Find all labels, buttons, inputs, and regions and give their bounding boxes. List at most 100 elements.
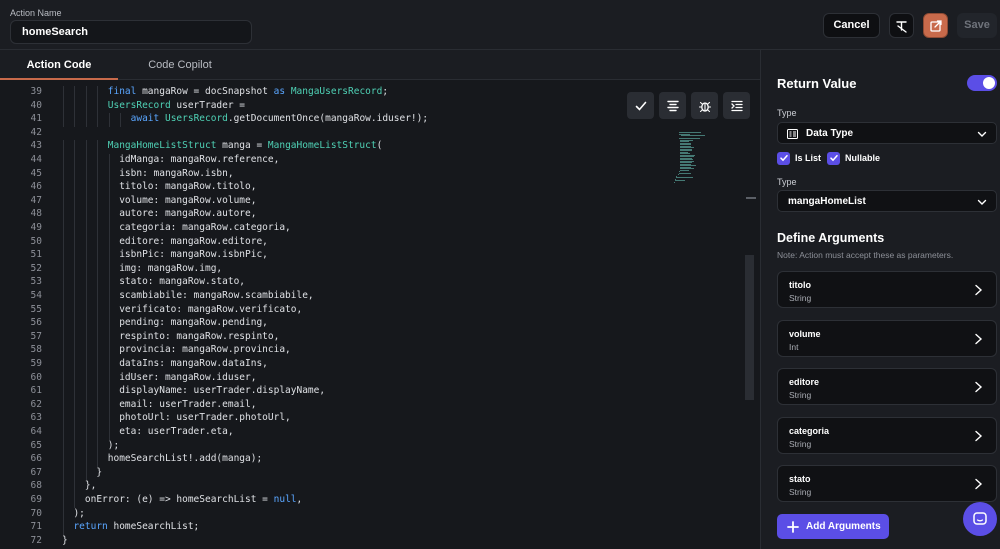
argument-type: String: [789, 293, 812, 303]
code-line[interactable]: isbnPic: mangaRow.isbnPic,: [119, 249, 268, 260]
argument-card-volume[interactable]: volume Int: [777, 319, 997, 357]
code-line[interactable]: pending: mangaRow.pending,: [119, 317, 268, 328]
code-line[interactable]: dataIns: mangaRow.dataIns,: [119, 358, 268, 369]
code-line[interactable]: scambiabile: mangaRow.scambiabile,: [119, 290, 313, 301]
export-button[interactable]: [923, 13, 948, 38]
is-list-checkbox-row[interactable]: Is List: [777, 151, 821, 165]
code-line[interactable]: photoUrl: userTrader.photoUrl,: [119, 412, 291, 423]
code-line[interactable]: stato: mangaRow.stato,: [119, 276, 245, 287]
indent-guide: [63, 480, 64, 494]
code-line[interactable]: titolo: mangaRow.titolo,: [119, 181, 256, 192]
code-token: MangaHomeListStruct: [267, 140, 377, 152]
code-line[interactable]: email: userTrader.email,: [119, 399, 256, 410]
code-line[interactable]: autore: mangaRow.autore,: [119, 208, 256, 219]
argument-type: String: [789, 390, 812, 400]
code-token: scambiabile: mangaRow.scambiabile,: [119, 290, 314, 301]
code-token: },: [84, 480, 97, 492]
argument-name: stato: [789, 474, 811, 484]
code-line[interactable]: UsersRecord userTrader =: [108, 100, 245, 111]
check-button[interactable]: [627, 92, 654, 119]
tab-code-copilot[interactable]: Code Copilot: [120, 50, 240, 80]
indent-guide: [108, 113, 110, 127]
indent-guide: [108, 262, 110, 277]
add-arguments-button[interactable]: Add Arguments: [777, 514, 889, 539]
code-line[interactable]: final mangaRow = docSnapshot as MangaUse…: [108, 86, 388, 97]
indent-guide: [74, 412, 76, 426]
save-button[interactable]: Save: [957, 13, 997, 38]
code-line[interactable]: }: [96, 467, 102, 478]
code-token: onError: (e) => homeSearchList =: [84, 494, 274, 505]
chevron-right-icon: [975, 284, 983, 296]
indent-guide: [108, 249, 110, 263]
line-number: 68: [30, 480, 42, 492]
chat-icon: [973, 512, 987, 525]
indent-guide: [74, 330, 76, 345]
argument-card-stato[interactable]: stato String: [777, 465, 997, 502]
indent-guide: [63, 439, 64, 454]
debug-button[interactable]: [691, 92, 718, 119]
code-line[interactable]: },: [85, 480, 96, 491]
minimap[interactable]: [674, 132, 718, 184]
editor-scrollbar[interactable]: [745, 255, 754, 400]
line-number: 48: [30, 208, 42, 220]
indent-guide: [85, 249, 87, 263]
tab-action-code[interactable]: Action Code: [0, 50, 118, 80]
action-name-input[interactable]: homeSearch: [10, 20, 252, 44]
align-button[interactable]: [659, 92, 686, 119]
line-number: 55: [30, 303, 42, 315]
code-line[interactable]: idUser: mangaRow.iduser,: [119, 372, 256, 383]
code-line[interactable]: categoria: mangaRow.categoria,: [119, 222, 291, 233]
code-line[interactable]: );: [108, 440, 119, 451]
struct-type-select[interactable]: mangaHomeList: [777, 190, 997, 212]
code-line[interactable]: idManga: mangaRow.reference,: [119, 154, 279, 165]
code-line[interactable]: homeSearchList!.add(manga);: [108, 453, 262, 464]
indent-guide: [74, 303, 76, 318]
indent-guide: [63, 330, 64, 345]
indent-guide: [74, 371, 76, 386]
type2-label: Type: [777, 177, 797, 187]
argument-type: String: [789, 438, 812, 449]
define-arguments-note: Note: Action must accept these as parame…: [777, 250, 954, 260]
indent-guide: [74, 99, 76, 114]
argument-card-editore[interactable]: editore String: [777, 368, 997, 405]
is-list-checkbox[interactable]: [777, 151, 790, 165]
indent-guide: [108, 330, 110, 345]
nullable-checkbox[interactable]: [827, 151, 840, 165]
tab-bar: Action Code Code Copilot: [0, 50, 760, 80]
indent-button[interactable]: [723, 92, 750, 119]
indent-guide: [108, 426, 110, 440]
code-line[interactable]: );: [73, 508, 84, 519]
plus-icon: [787, 520, 799, 533]
nullable-checkbox-row[interactable]: Nullable: [827, 151, 880, 165]
code-editor[interactable]: 39 40 41 42 43 44 45 46 47 48 49 50 51 52 53 54 55 56 57 58…: [0, 80, 760, 549]
code-line[interactable]: }: [62, 535, 68, 546]
code-line[interactable]: img: mangaRow.img,: [119, 263, 222, 274]
indent-guide: [85, 330, 87, 345]
code-line[interactable]: onError: (e) => homeSearchList = null,: [85, 494, 302, 505]
data-type-icon: [787, 129, 798, 139]
minimap-line: [681, 135, 705, 136]
code-line[interactable]: return homeSearchList;: [73, 521, 199, 532]
code-line[interactable]: displayName: userTrader.displayName,: [119, 385, 325, 396]
code-token: UsersRecord: [164, 113, 228, 125]
cancel-button[interactable]: Cancel: [823, 13, 880, 38]
code-line[interactable]: isbn: mangaRow.isbn,: [119, 168, 233, 179]
code-line[interactable]: verificato: mangaRow.verificato,: [119, 304, 302, 315]
type-select[interactable]: Data Type: [777, 122, 997, 144]
code-line[interactable]: provincia: mangaRow.provincia,: [119, 344, 291, 355]
argument-card-categoria[interactable]: categoria String: [777, 416, 997, 454]
code-line[interactable]: await UsersRecord.getDocumentOnce(mangaR…: [131, 113, 428, 124]
code-line[interactable]: editore: mangaRow.editore,: [119, 236, 268, 247]
indent-guide: [97, 330, 99, 345]
chat-support-button[interactable]: [963, 502, 997, 536]
code-line[interactable]: volume: mangaRow.volume,: [119, 195, 256, 206]
code-line[interactable]: respinto: mangaRow.respinto,: [119, 331, 279, 342]
line-number: 49: [30, 222, 42, 233]
code-line[interactable]: MangaHomeListStruct manga = MangaHomeLis…: [108, 140, 383, 151]
return-value-toggle[interactable]: [967, 75, 997, 91]
argument-card-titolo[interactable]: titolo String: [777, 271, 997, 308]
line-number-gutter: 39 40 41 42 43 44 45 46 47 48 49 50 51 52 53 54 55 56 57 58…: [0, 80, 50, 549]
code-line[interactable]: eta: userTrader.eta,: [119, 426, 233, 437]
indent-guide: [85, 412, 87, 426]
format-button[interactable]: [889, 13, 914, 38]
